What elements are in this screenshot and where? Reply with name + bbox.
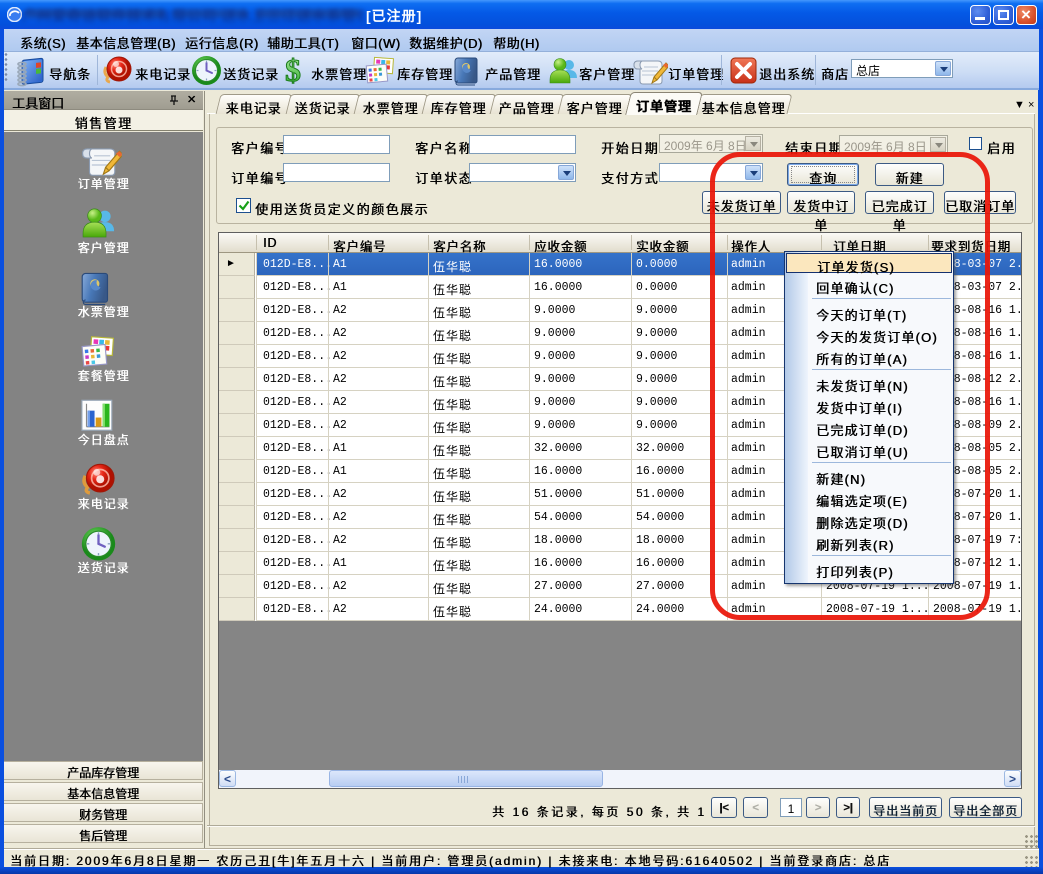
- svg-text:$: $: [285, 54, 301, 86]
